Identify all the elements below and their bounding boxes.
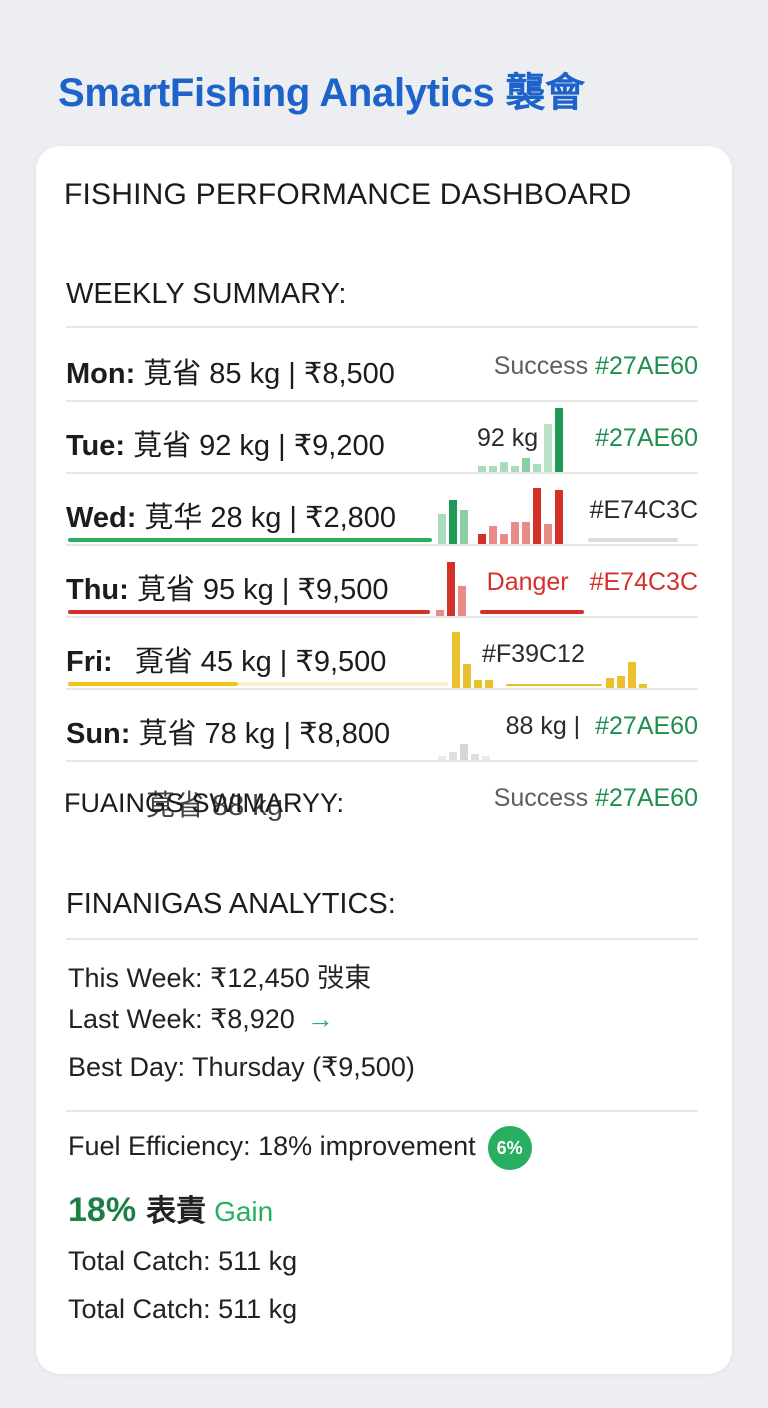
progress-underline [480,610,584,614]
progress-underline [68,610,430,614]
last-week-value: Last Week: ₹8,920 [68,1004,295,1034]
mini-bar-chart [606,662,647,688]
day-label: Fri: [66,646,113,678]
note-text: 88 kg | [505,712,581,740]
row-value: 覔省 45 kg | ₹9,500 [134,646,387,678]
row-value: 莧省 78 kg | ₹8,800 [138,718,391,750]
gain-value: 18% [68,1191,137,1229]
color-code: #F39C12 [482,640,585,668]
weekly-row-mon: Mon: 莧省 85 kg | ₹8,500 Success #27AE60 [66,330,698,402]
arrow-right-icon: → [306,1004,334,1034]
row-value: 莧省 95 kg | ₹9,500 [136,574,389,606]
this-week-value: This Week: ₹12,450 弢東 [68,963,372,993]
overlay-heading: FUAINGS SWIMARYY: [64,788,345,818]
weekly-row-extra: 莧省 88 kg FUAINGS SWIMARYY: Success #27AE… [64,762,698,834]
gain-cjk: 表責 [146,1195,207,1228]
total-catch: Total Catch: 511 kg [68,1246,298,1276]
color-code: #E74C3C [589,568,698,596]
progress-underline [506,684,602,686]
color-code: #27AE60 [595,712,698,740]
mini-bar-chart [438,488,563,544]
last-week-line: Last Week: ₹8,920 → [68,1004,334,1035]
divider [66,326,698,328]
weekly-row-thu: Thu: 莧省 95 kg | ₹9,500 Danger #E74C3C [66,546,698,618]
note-text: 92 kg [477,424,539,452]
color-code: #27AE60 [595,352,698,380]
dashboard-card: FISHING PERFORMANCE DASHBOARD WEEKLY SUM… [36,146,732,1374]
fuel-efficiency: Fuel Efficiency: 18% improvement [68,1131,476,1162]
total-catch: Total Catch: 511 kg [68,1294,298,1324]
progress-underline [68,682,238,686]
row-value: 莧省 92 kg | ₹9,200 [133,430,385,462]
day-label: Mon: [66,358,136,390]
mini-bar-chart [436,562,466,616]
weekly-row-fri: Fri: 覔省 45 kg | ₹9,500 #F39C12 [66,618,698,690]
progress-underline [68,538,432,542]
weekly-summary-title: WEEKLY SUMMARY: [66,278,347,310]
gain-line: 18% 表責 Gain [68,1186,273,1230]
divider [66,1110,698,1112]
mini-bar-chart [438,744,490,760]
color-code: #27AE60 [595,784,698,812]
status-text: Success [493,784,589,812]
progress-underline-track [238,682,448,686]
dashboard-title: FISHING PERFORMANCE DASHBOARD [64,178,632,211]
percent-badge: 6% [487,1126,532,1170]
day-label: Sun: [66,718,131,750]
status-text: Danger [486,568,569,596]
day-label: Thu: [66,574,129,606]
divider [66,938,698,940]
row-value: 莧华 28 kg | ₹2,800 [144,502,397,534]
color-code: #E74C3C [589,496,698,524]
day-label: Tue: [66,430,126,462]
progress-underline [588,538,678,542]
row-value: 莧省 85 kg | ₹8,500 [143,358,395,390]
weekly-row-wed: Wed: 莧华 28 kg | ₹2,800 #E74C3C [66,474,698,546]
weekly-row-sun: Sun: 莧省 78 kg | ₹8,800 88 kg | #27AE60 [66,690,698,762]
fuel-line: Fuel Efficiency: 18% improvement 6% [68,1126,532,1170]
status-text: Success [493,352,589,380]
color-code: #27AE60 [595,424,698,452]
best-day-value: Best Day: Thursday (₹9,500) [68,1052,415,1082]
app-title: SmartFishing Analytics 襲會 [58,71,585,115]
gain-label: Gain [214,1196,274,1227]
day-label: Wed: [66,502,137,534]
finance-title: FINANIGAS ANALYTICS: [66,888,396,920]
weekly-row-tue: Tue: 莧省 92 kg | ₹9,200 92 kg #27AE60 [66,402,698,474]
